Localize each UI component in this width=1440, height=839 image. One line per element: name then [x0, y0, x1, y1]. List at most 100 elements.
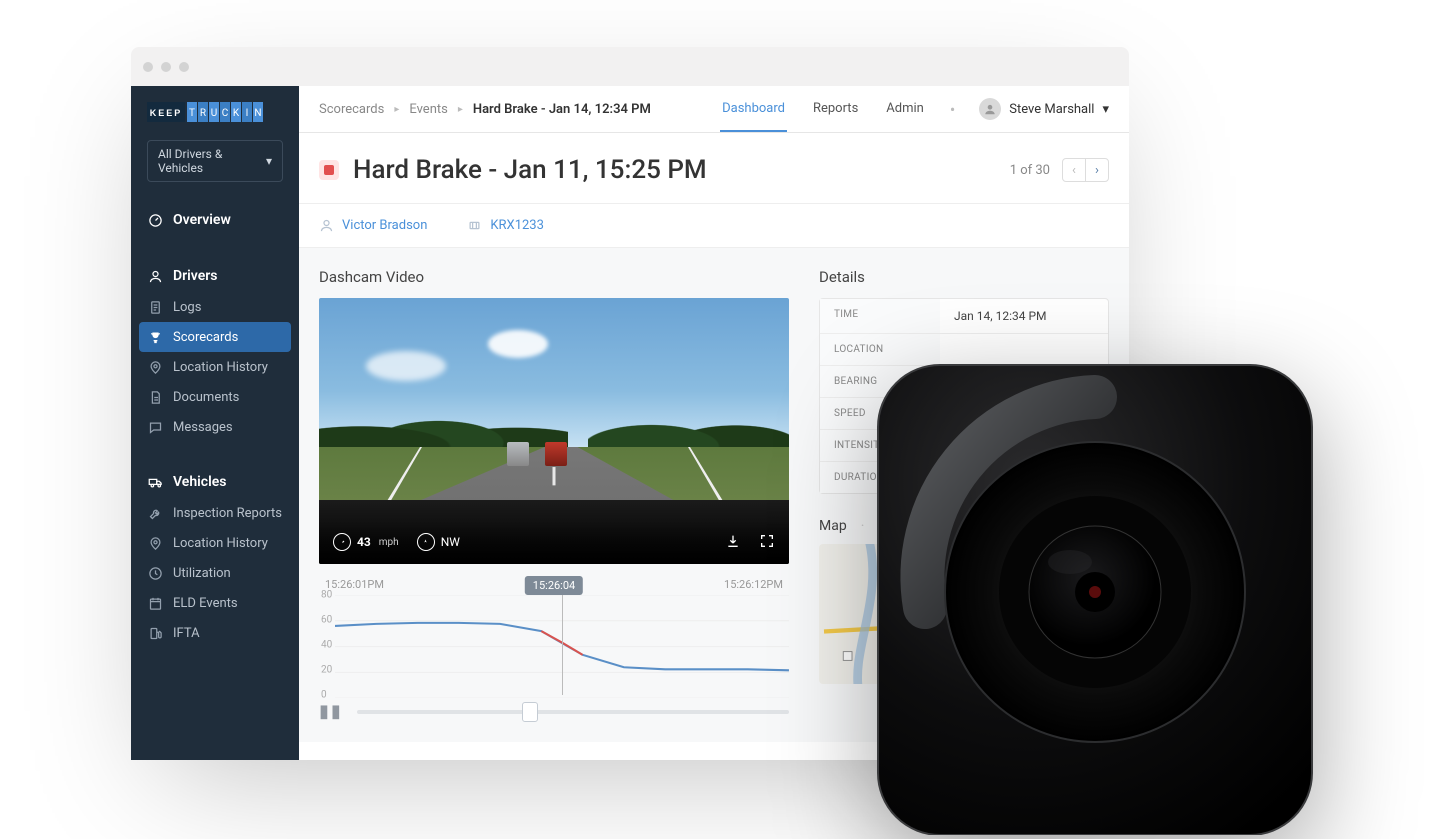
sidebar-item-overview[interactable]: Overview	[131, 204, 299, 236]
video-bearing-readout: NW	[417, 533, 460, 551]
download-icon[interactable]	[725, 533, 741, 552]
sidebar-item-utilization[interactable]: Utilization	[131, 558, 299, 588]
page-title: Hard Brake - Jan 11, 15:25 PM	[353, 155, 707, 185]
svg-text:T: T	[189, 108, 195, 119]
details-title: Details	[819, 268, 1109, 286]
driver-name: Victor Bradson	[342, 218, 427, 233]
sidebar-item-inspection-reports[interactable]: Inspection Reports	[131, 498, 299, 528]
tab-admin[interactable]: Admin	[884, 87, 926, 132]
video-speed-readout: 43mph	[333, 533, 399, 551]
breadcrumb-item[interactable]: Scorecards	[319, 102, 384, 117]
sidebar-item-label: Overview	[173, 212, 231, 228]
sidebar: KEEP T R U C K I N All Drivers & Vehi	[131, 86, 299, 760]
window-titlebar	[131, 47, 1129, 86]
chevron-right-icon: ▸	[394, 104, 399, 115]
vehicle-link[interactable]: KRX1233	[467, 218, 544, 233]
document-icon	[147, 299, 163, 315]
sidebar-item-label: Location History	[173, 360, 268, 375]
calendar-icon	[147, 595, 163, 611]
svg-text:I: I	[246, 108, 249, 119]
vehicle-filter-label: All Drivers & Vehicles	[158, 147, 266, 175]
sidebar-item-label: Drivers	[173, 268, 218, 284]
sidebar-item-scorecards[interactable]: Scorecards	[139, 322, 291, 352]
speed-chart[interactable]: 80 60 40 20 0	[335, 595, 789, 695]
svg-text:U: U	[211, 108, 217, 119]
sidebar-item-label: Documents	[173, 390, 239, 405]
gauge-icon	[333, 533, 351, 551]
event-meta: Victor Bradson KRX1233	[299, 203, 1129, 248]
user-name: Steve Marshall	[1009, 102, 1094, 117]
window-dot	[179, 62, 189, 72]
breadcrumb: Scorecards ▸ Events ▸ Hard Brake - Jan 1…	[319, 102, 651, 117]
chevron-down-icon: ▾	[1102, 102, 1109, 117]
breadcrumb-current: Hard Brake - Jan 14, 12:34 PM	[473, 102, 651, 117]
brand-logo: KEEP T R U C K I N	[147, 102, 283, 122]
vehicle-id: KRX1233	[490, 218, 544, 233]
sidebar-item-label: Vehicles	[173, 474, 226, 490]
pin-icon	[147, 535, 163, 551]
scrub-tooltip: 15:26:04	[525, 576, 583, 595]
separator-dot: •	[950, 100, 955, 119]
fuel-icon	[147, 625, 163, 641]
sidebar-item-label: Logs	[173, 300, 201, 315]
svg-text:N: N	[254, 108, 261, 119]
wrench-icon	[147, 505, 163, 521]
sidebar-item-messages[interactable]: Messages	[131, 412, 299, 442]
sidebar-item-label: ELD Events	[173, 596, 238, 611]
sidebar-item-label: Location History	[173, 536, 268, 551]
svg-text:K: K	[233, 108, 240, 119]
chevron-right-icon: ▸	[458, 104, 463, 115]
sidebar-item-ifta[interactable]: IFTA	[131, 618, 299, 648]
sidebar-item-label: Utilization	[173, 566, 231, 581]
vehicle-filter-dropdown[interactable]: All Drivers & Vehicles ▾	[147, 140, 283, 182]
fullscreen-icon[interactable]	[759, 533, 775, 552]
sidebar-item-location-history[interactable]: Location History	[131, 352, 299, 382]
sidebar-item-drivers[interactable]: Drivers	[131, 260, 299, 292]
pause-button[interactable]: ▮▮	[319, 701, 343, 722]
svg-text:R: R	[200, 108, 206, 119]
window-dot	[161, 62, 171, 72]
topbar: Scorecards ▸ Events ▸ Hard Brake - Jan 1…	[299, 86, 1129, 133]
svg-text:KEEP: KEEP	[150, 108, 183, 118]
sidebar-item-vehicles[interactable]: Vehicles	[131, 466, 299, 498]
trophy-icon	[147, 329, 163, 345]
dashcam-video[interactable]: 43mph NW	[319, 298, 789, 564]
sidebar-item-location-history-2[interactable]: Location History	[131, 528, 299, 558]
page-prev-button[interactable]: ‹	[1063, 159, 1086, 181]
pager-label: 1 of 30	[1010, 163, 1050, 178]
dashcam-device-image	[870, 357, 1320, 835]
chart-time-axis: 15:26:01PM 15:26:06 PM 15:26:12PM 15:26:…	[325, 578, 783, 591]
breadcrumb-item[interactable]: Events	[409, 102, 447, 117]
video-overlay-controls: 43mph NW	[319, 520, 789, 564]
top-nav: Dashboard Reports Admin • Steve Marshall…	[720, 87, 1109, 132]
driver-link[interactable]: Victor Bradson	[319, 218, 427, 233]
pager: ‹ ›	[1062, 158, 1109, 182]
event-badge-icon	[319, 160, 339, 180]
tab-dashboard[interactable]: Dashboard	[720, 87, 787, 132]
page-next-button[interactable]: ›	[1086, 159, 1108, 181]
gauge-icon	[147, 212, 163, 228]
truck-icon	[147, 474, 163, 490]
sidebar-item-eld-events[interactable]: ELD Events	[131, 588, 299, 618]
sidebar-item-label: Messages	[173, 420, 233, 435]
scrub-knob[interactable]	[522, 702, 538, 722]
sidebar-item-logs[interactable]: Logs	[131, 292, 299, 322]
chat-icon	[147, 419, 163, 435]
chart-cursor	[562, 595, 563, 695]
sidebar-item-documents[interactable]: Documents	[131, 382, 299, 412]
user-menu[interactable]: Steve Marshall ▾	[979, 98, 1109, 120]
pin-icon	[147, 359, 163, 375]
file-icon	[147, 389, 163, 405]
tab-reports[interactable]: Reports	[811, 87, 860, 132]
avatar-icon	[979, 98, 1001, 120]
sidebar-item-label: IFTA	[173, 626, 200, 641]
svg-text:C: C	[222, 108, 229, 119]
video-section-title: Dashcam Video	[319, 268, 789, 286]
detail-row: TIMEJan 14, 12:34 PM	[820, 299, 1108, 334]
sidebar-item-label: Scorecards	[173, 330, 238, 345]
clock-icon	[147, 565, 163, 581]
scrub-track[interactable]	[357, 710, 789, 714]
chevron-down-icon: ▾	[266, 154, 272, 168]
person-icon	[319, 218, 334, 233]
compass-icon	[417, 533, 435, 551]
